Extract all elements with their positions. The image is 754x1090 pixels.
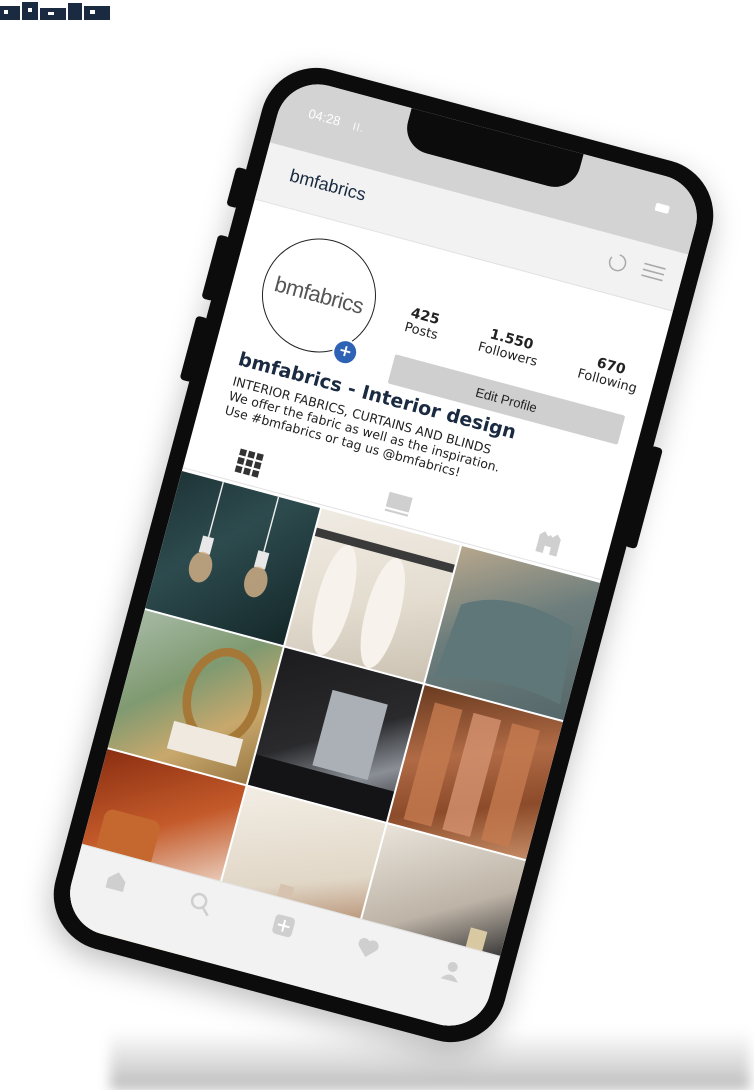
status-time: 04:28 — [306, 105, 343, 129]
header-username: bmfabrics — [287, 165, 369, 205]
add-post-icon[interactable] — [269, 911, 298, 940]
heart-icon[interactable] — [353, 934, 382, 963]
profile-icon[interactable] — [437, 956, 466, 985]
search-icon[interactable] — [186, 889, 215, 918]
menu-icon[interactable] — [641, 262, 666, 283]
feed-icon[interactable] — [383, 487, 415, 519]
avatar[interactable]: bmfabrics — [249, 225, 389, 366]
phone-mockup: 04:28 Il. bmfabrics bmfabrics + 425 Post… — [41, 55, 726, 1055]
avatar-logo-text: bmfabrics — [271, 271, 367, 319]
tagged-icon[interactable] — [533, 527, 565, 559]
signal-icon: Il. — [351, 121, 366, 136]
stat-followers[interactable]: 1.550 Followers — [476, 324, 543, 370]
battery-icon — [654, 202, 671, 215]
grid-icon[interactable] — [233, 447, 265, 479]
stat-posts[interactable]: 425 Posts — [403, 305, 444, 343]
home-icon[interactable] — [102, 866, 131, 895]
corner-logo-graphic — [0, 2, 110, 20]
stat-following[interactable]: 670 Following — [576, 351, 643, 397]
refresh-icon[interactable] — [605, 250, 629, 274]
floor-shadow — [110, 1030, 750, 1090]
